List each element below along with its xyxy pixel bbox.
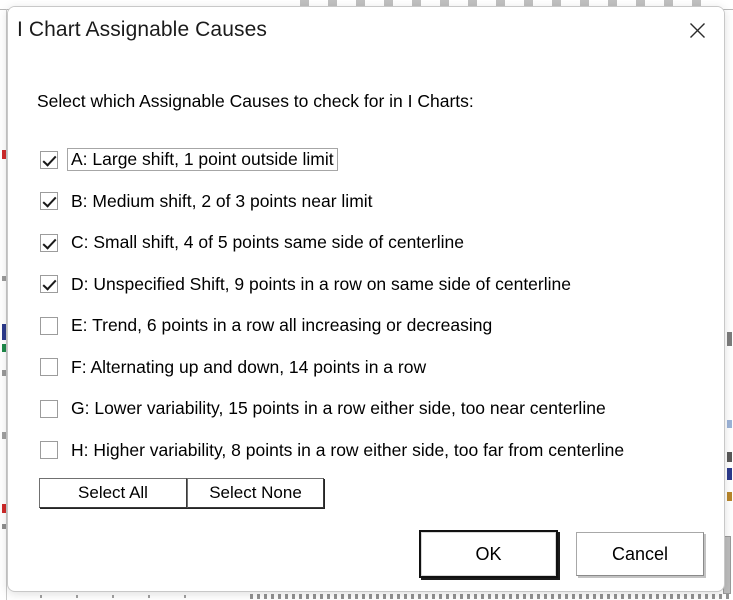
checkbox-a[interactable] [40, 150, 58, 169]
background-mark [2, 150, 6, 159]
checkbox-label-a: A: Large shift, 1 point outside limit [67, 148, 338, 172]
background-mark [2, 344, 6, 352]
background-mark [2, 370, 6, 376]
background-mark [2, 324, 6, 340]
background-status-marks [40, 595, 210, 598]
background-mark [2, 524, 6, 529]
dialog-titlebar: I Chart Assignable Causes [8, 7, 724, 55]
checkbox-row-h[interactable]: H: Higher variability, 8 points in a row… [8, 430, 724, 472]
checkbox-e[interactable] [40, 316, 58, 335]
close-icon[interactable] [676, 13, 718, 47]
checkbox-label-g: G: Lower variability, 15 points in a row… [71, 398, 606, 419]
checkbox-g[interactable] [40, 399, 58, 418]
background-mark [727, 492, 732, 501]
checkbox-label-e: E: Trend, 6 points in a row all increasi… [71, 315, 493, 336]
background-mark [2, 276, 6, 281]
instruction-text: Select which Assignable Causes to check … [37, 91, 474, 111]
checkbox-row-g[interactable]: G: Lower variability, 15 points in a row… [8, 388, 724, 430]
checkbox-label-d: D: Unspecified Shift, 9 points in a row … [71, 273, 571, 294]
select-all-button[interactable]: Select All [39, 478, 187, 508]
background-status-text [250, 594, 733, 599]
assignable-causes-list: A: Large shift, 1 point outside limit B:… [8, 139, 724, 471]
ok-button[interactable]: OK [419, 530, 558, 578]
background-mark [727, 332, 732, 346]
background-mark [2, 432, 6, 439]
checkbox-row-d[interactable]: D: Unspecified Shift, 9 points in a row … [8, 264, 724, 306]
screen: I Chart Assignable Causes Select which A… [0, 0, 733, 600]
cancel-button[interactable]: Cancel [576, 532, 704, 576]
dialog-title: I Chart Assignable Causes [17, 18, 267, 41]
checkbox-row-e[interactable]: E: Trend, 6 points in a row all increasi… [8, 305, 724, 347]
checkbox-h[interactable] [40, 441, 58, 460]
checkbox-row-a[interactable]: A: Large shift, 1 point outside limit [8, 139, 724, 181]
checkbox-label-c: C: Small shift, 4 of 5 points same side … [71, 232, 464, 253]
checkbox-f[interactable] [40, 358, 58, 377]
checkbox-c[interactable] [40, 233, 58, 252]
background-mark [727, 452, 732, 462]
background-mark [2, 504, 6, 513]
background-mark [727, 420, 732, 428]
checkbox-row-c[interactable]: C: Small shift, 4 of 5 points same side … [8, 222, 724, 264]
checkbox-row-f[interactable]: F: Alternating up and down, 14 points in… [8, 347, 724, 389]
ok-button-label: OK [421, 532, 556, 576]
background-mark [727, 468, 732, 480]
select-none-button[interactable]: Select None [187, 478, 324, 508]
checkbox-d[interactable] [40, 275, 58, 294]
checkbox-label-h: H: Higher variability, 8 points in a row… [71, 439, 625, 460]
checkbox-label-f: F: Alternating up and down, 14 points in… [71, 356, 427, 377]
checkbox-label-b: B: Medium shift, 2 of 3 points near limi… [71, 190, 373, 211]
checkbox-b[interactable] [40, 192, 58, 211]
assignable-causes-dialog: I Chart Assignable Causes Select which A… [7, 6, 725, 592]
checkbox-row-b[interactable]: B: Medium shift, 2 of 3 points near limi… [8, 181, 724, 223]
